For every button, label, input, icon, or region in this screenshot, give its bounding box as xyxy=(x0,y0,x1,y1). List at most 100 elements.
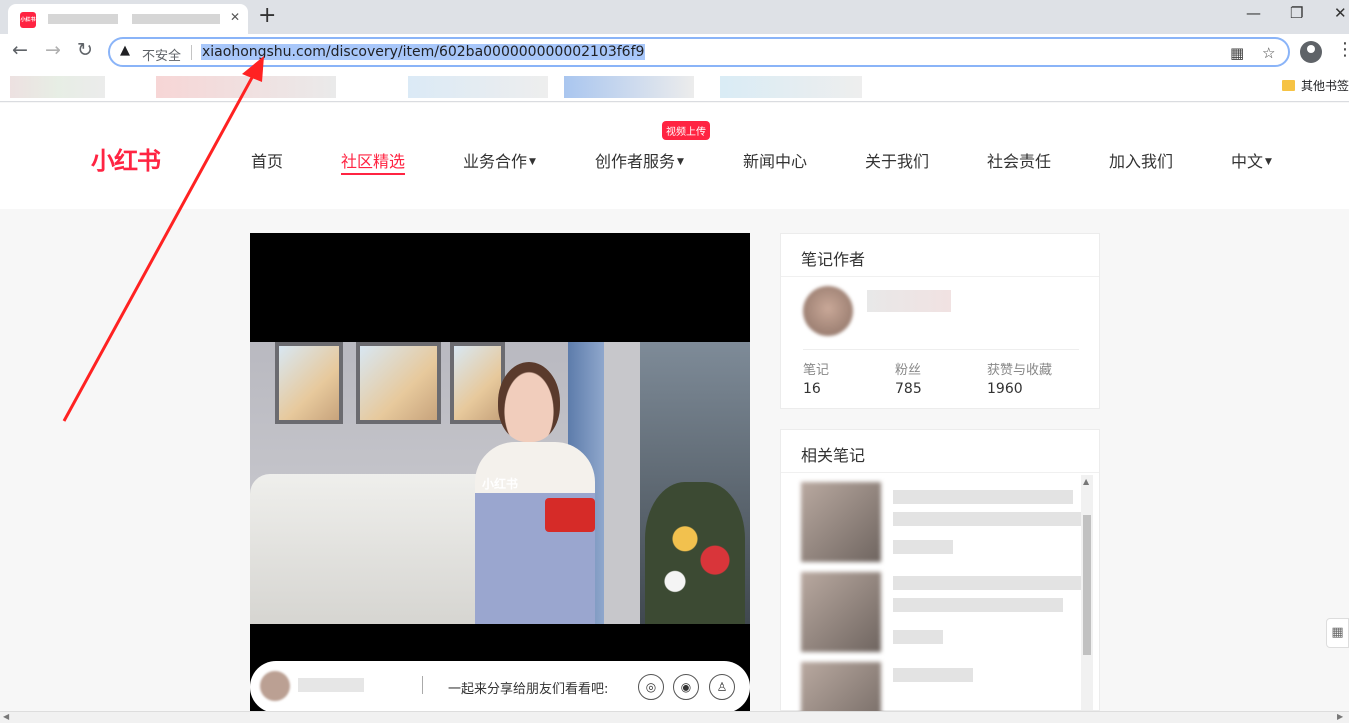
nav-business-label: 业务合作 xyxy=(463,152,528,171)
nav-join[interactable]: 加入我们 xyxy=(1109,148,1173,172)
stat-value: 1960 xyxy=(987,381,1023,397)
author-card: 笔记作者 笔记 16 粉丝 785 获赞与收藏 1960 xyxy=(780,233,1100,409)
stat-label: 笔记 xyxy=(803,363,830,378)
qq-icon[interactable]: ♙ xyxy=(709,674,735,700)
stat-label: 获赞与收藏 xyxy=(987,363,1053,378)
star-icon[interactable]: ☆ xyxy=(1262,44,1275,62)
note-meta-blurred xyxy=(893,630,943,644)
warning-icon[interactable]: ▲ xyxy=(120,43,130,58)
related-notes-card: 相关笔记 ▲ xyxy=(780,429,1100,723)
folder-icon xyxy=(1282,80,1295,91)
scene-painting xyxy=(275,342,343,424)
close-icon[interactable]: ✕ xyxy=(230,10,240,24)
scene-painting xyxy=(356,342,441,424)
more-menu-icon[interactable]: ⋮ xyxy=(1336,39,1349,60)
author-name-blurred[interactable] xyxy=(298,678,364,692)
scroll-thumb[interactable] xyxy=(1083,515,1091,655)
security-label[interactable]: 不安全 xyxy=(142,45,181,64)
note-thumbnail xyxy=(801,572,881,652)
tab-title-blurred xyxy=(132,14,220,24)
caret-down-icon: ▼ xyxy=(677,157,684,167)
stat-label: 粉丝 xyxy=(895,363,922,378)
scroll-left-icon[interactable]: ◀ xyxy=(3,712,9,721)
caret-down-icon: ▼ xyxy=(1265,157,1272,167)
bookmark-blurred[interactable] xyxy=(156,76,336,98)
nav-creator[interactable]: 创作者服务 ▼ xyxy=(595,148,684,172)
divider xyxy=(781,472,1099,473)
scene-flowers xyxy=(645,482,745,624)
weibo-icon[interactable]: ◉ xyxy=(673,674,699,700)
back-icon[interactable]: ← xyxy=(12,39,28,61)
bookmark-blurred[interactable] xyxy=(720,76,862,98)
share-bar: 一起来分享给朋友们看看吧: ◎ ◉ ♙ xyxy=(250,661,750,713)
active-nav-indicator xyxy=(341,173,405,175)
video-frame: 小红书 xyxy=(250,342,750,624)
minimize-icon[interactable]: — xyxy=(1246,4,1261,22)
scene-bag xyxy=(545,498,595,532)
scrollbar[interactable]: ▲ xyxy=(1081,475,1093,710)
nav-business[interactable]: 业务合作 ▼ xyxy=(463,148,536,172)
qr-code-float-icon[interactable]: ▦ xyxy=(1326,618,1349,648)
scene-person-head xyxy=(498,362,560,442)
other-bookmarks[interactable]: 其他书签 xyxy=(1282,77,1349,94)
forward-icon[interactable]: → xyxy=(45,39,61,61)
language-selector[interactable]: 中文 ▼ xyxy=(1231,148,1272,172)
note-meta-blurred xyxy=(893,540,953,554)
browser-tab[interactable]: 小红书 ✕ xyxy=(8,4,248,34)
reload-icon[interactable]: ↻ xyxy=(77,39,93,61)
scroll-up-icon[interactable]: ▲ xyxy=(1083,477,1089,486)
avatar[interactable] xyxy=(260,671,290,701)
note-title-blurred xyxy=(893,668,973,682)
stat-value: 16 xyxy=(803,381,821,397)
close-window-icon[interactable]: ✕ xyxy=(1334,4,1347,22)
author-card-title: 笔记作者 xyxy=(801,250,866,269)
restore-icon[interactable]: ❐ xyxy=(1290,4,1303,22)
note-title-blurred xyxy=(893,490,1073,504)
note-title-blurred xyxy=(893,598,1063,612)
divider xyxy=(781,276,1099,277)
stat-notes: 笔记 16 xyxy=(803,359,829,397)
scene-person xyxy=(475,442,595,624)
bookmark-blurred[interactable] xyxy=(10,76,105,98)
author-name-blurred[interactable] xyxy=(867,290,951,312)
avatar[interactable] xyxy=(803,286,853,336)
new-tab-button[interactable]: + xyxy=(258,3,276,28)
site-logo[interactable]: 小红书 xyxy=(91,141,161,176)
scroll-right-icon[interactable]: ▶ xyxy=(1337,712,1343,721)
other-bookmarks-label: 其他书签 xyxy=(1301,79,1349,93)
nav-community[interactable]: 社区精选 xyxy=(341,148,405,172)
divider xyxy=(422,676,423,694)
stat-fans: 粉丝 785 xyxy=(895,359,922,397)
bookmarks-bar: 其他书签 xyxy=(0,70,1349,102)
profile-icon[interactable] xyxy=(1300,41,1322,63)
video-player[interactable]: 小红书 xyxy=(250,233,750,711)
address-bar[interactable]: ▲ 不安全 xiaohongshu.com/discovery/item/602… xyxy=(108,37,1290,67)
url-text[interactable]: xiaohongshu.com/discovery/item/602ba0000… xyxy=(201,44,646,60)
horizontal-scrollbar[interactable]: ◀ ▶ xyxy=(0,711,1349,723)
video-upload-badge[interactable]: 视频上传 xyxy=(662,121,710,140)
caret-down-icon: ▼ xyxy=(529,157,536,167)
nav-creator-label: 创作者服务 xyxy=(595,152,676,171)
browser-toolbar: ← → ↻ ▲ 不安全 xiaohongshu.com/discovery/it… xyxy=(0,34,1349,70)
site-header: 小红书 首页 社区精选 业务合作 ▼ 创作者服务 ▼ 视频上传 新闻中心 关于我们 … xyxy=(0,103,1349,209)
bookmark-blurred[interactable] xyxy=(408,76,548,98)
bookmark-blurred[interactable] xyxy=(564,76,694,98)
note-title-blurred xyxy=(893,512,1093,526)
nav-home[interactable]: 首页 xyxy=(251,148,283,172)
tab-strip: 小红书 ✕ + — ❐ ✕ xyxy=(0,0,1349,34)
related-card-title: 相关笔记 xyxy=(801,446,866,465)
tab-title-blurred xyxy=(48,14,118,24)
qr-code-icon[interactable]: ▦ xyxy=(1230,44,1244,62)
stat-value: 785 xyxy=(895,381,922,397)
nav-social[interactable]: 社会责任 xyxy=(987,148,1051,172)
nav-about[interactable]: 关于我们 xyxy=(865,148,929,172)
share-prompt: 一起来分享给朋友们看看吧: xyxy=(448,682,609,697)
wechat-icon[interactable]: ◎ xyxy=(638,674,664,700)
divider xyxy=(803,349,1079,350)
divider xyxy=(191,45,192,60)
note-title-blurred xyxy=(893,576,1083,590)
note-thumbnail xyxy=(801,482,881,562)
video-watermark: 小红书 xyxy=(482,477,519,491)
stat-likes: 获赞与收藏 1960 xyxy=(987,359,1052,397)
nav-news[interactable]: 新闻中心 xyxy=(743,148,807,172)
